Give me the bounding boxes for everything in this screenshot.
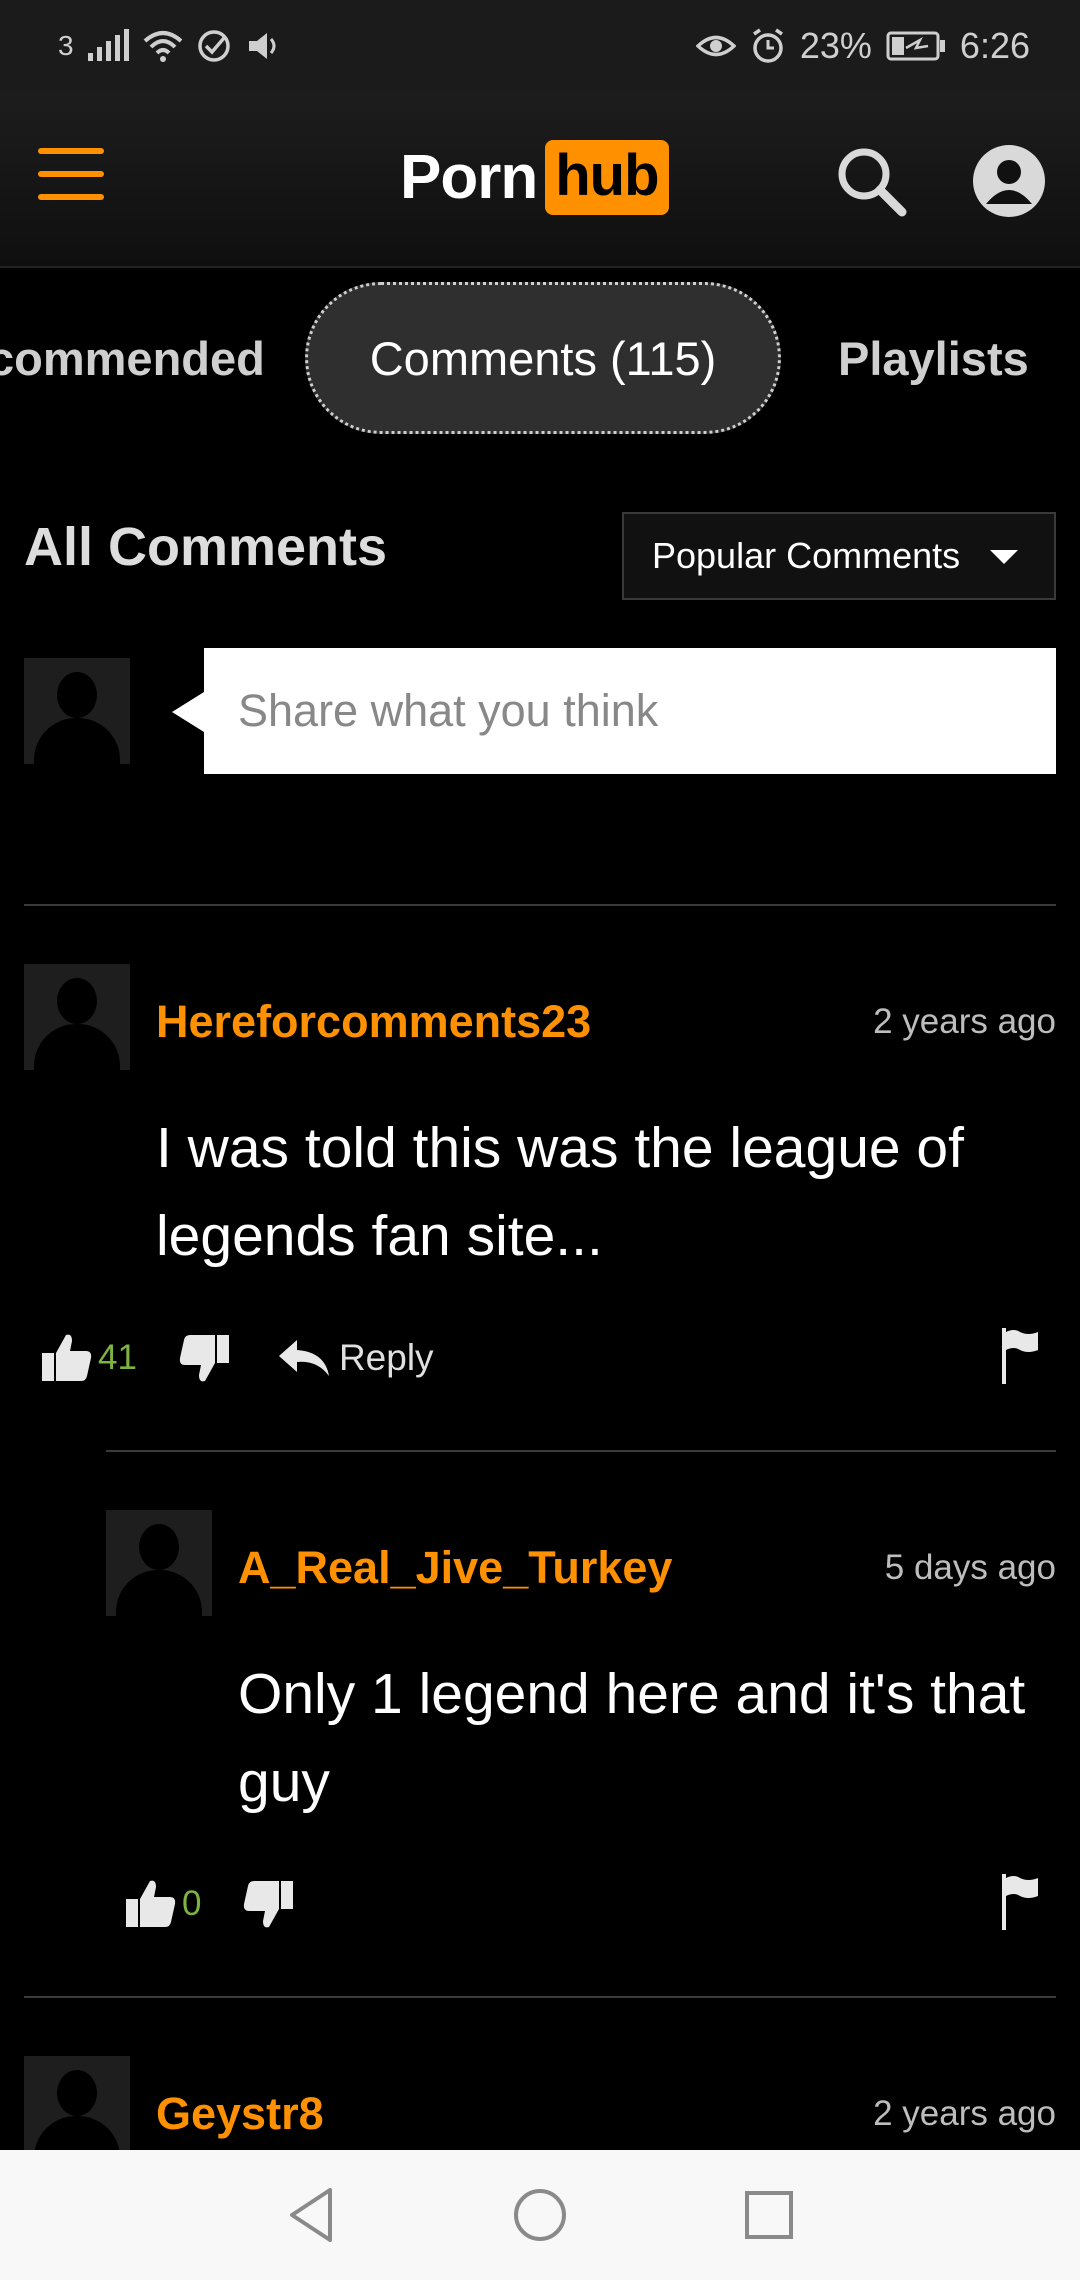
- sort-label: Popular Comments: [652, 535, 961, 576]
- hamburger-icon: [38, 171, 104, 177]
- alarm-icon: [752, 28, 783, 63]
- logo-text-badge: hub: [545, 139, 669, 215]
- comment-time: 5 days ago: [884, 1548, 1056, 1587]
- battery-icon: [886, 31, 945, 61]
- comment-username[interactable]: A_Real_Jive_Turkey: [238, 1542, 672, 1594]
- reply-icon[interactable]: [277, 1338, 331, 1378]
- recents-icon[interactable]: [734, 2180, 804, 2250]
- battery-percent: 23%: [799, 25, 872, 66]
- comment-actions: 0: [124, 1874, 295, 1934]
- home-icon[interactable]: [505, 2180, 575, 2250]
- comments-title: All Comments: [24, 517, 388, 577]
- carrier-label: 3: [58, 30, 74, 61]
- like-count: 0: [182, 1884, 202, 1923]
- avatar: [106, 1510, 212, 1616]
- clock: 6:26: [959, 25, 1030, 66]
- comment-text: I was told this was the league of legend…: [156, 1116, 964, 1268]
- flag-icon[interactable]: [1000, 1328, 1040, 1384]
- wifi-icon: [143, 31, 182, 62]
- avatar: [24, 658, 130, 764]
- tab-recommended[interactable]: commended: [0, 282, 268, 434]
- account-button[interactable]: [972, 144, 1046, 218]
- comment-time: 2 years ago: [873, 2094, 1056, 2133]
- avatar: [24, 964, 130, 1070]
- sort-dropdown[interactable]: Popular Comments: [622, 512, 1056, 600]
- user-account-icon: [973, 145, 1045, 217]
- comment-actions: 41 Reply: [40, 1328, 434, 1388]
- menu-button[interactable]: [38, 144, 104, 204]
- thumbs-up-icon[interactable]: [124, 1877, 178, 1931]
- reply-button[interactable]: Reply: [339, 1337, 434, 1379]
- eye-icon: [695, 35, 736, 57]
- hamburger-icon: [38, 148, 104, 154]
- back-icon[interactable]: [278, 2180, 348, 2250]
- avatar: [24, 2056, 130, 2162]
- thumbs-down-icon[interactable]: [241, 1877, 295, 1931]
- comment-username[interactable]: Geystr8: [156, 2088, 324, 2140]
- comment-username[interactable]: Hereforcomments23: [156, 996, 591, 1048]
- check-circle-icon: [197, 30, 230, 62]
- divider: [24, 1996, 1056, 1998]
- divider: [24, 904, 1056, 906]
- logo-text-primary: Porn: [400, 142, 538, 212]
- search-button[interactable]: [832, 142, 910, 220]
- volume-icon: [248, 33, 276, 59]
- like-count: 41: [98, 1338, 137, 1377]
- comment-input-box[interactable]: [204, 648, 1056, 774]
- content-tabs: commended Comments (115) Playlists: [0, 282, 1080, 434]
- tab-playlists[interactable]: Playlists: [838, 282, 1029, 434]
- app-header: Porn hub: [0, 92, 1080, 268]
- comment-text: Only 1 legend here and it's that guy: [238, 1662, 1026, 1814]
- signal-icon: [87, 29, 129, 61]
- thumbs-up-icon[interactable]: [40, 1331, 94, 1385]
- tab-comments[interactable]: Comments (115): [305, 282, 781, 434]
- speech-tip: [172, 692, 204, 732]
- flag-icon[interactable]: [1000, 1874, 1040, 1930]
- thumbs-down-icon[interactable]: [177, 1331, 231, 1385]
- hamburger-icon: [38, 194, 104, 200]
- chevron-down-icon: [990, 550, 1018, 564]
- site-logo[interactable]: Porn hub: [400, 138, 669, 216]
- search-icon: [838, 148, 907, 217]
- comment-time: 2 years ago: [873, 1002, 1056, 1041]
- divider: [106, 1450, 1056, 1452]
- status-bar: 3 23% 6:26: [0, 0, 1080, 92]
- system-nav-bar: [0, 2150, 1080, 2280]
- comment-input[interactable]: [204, 648, 1056, 774]
